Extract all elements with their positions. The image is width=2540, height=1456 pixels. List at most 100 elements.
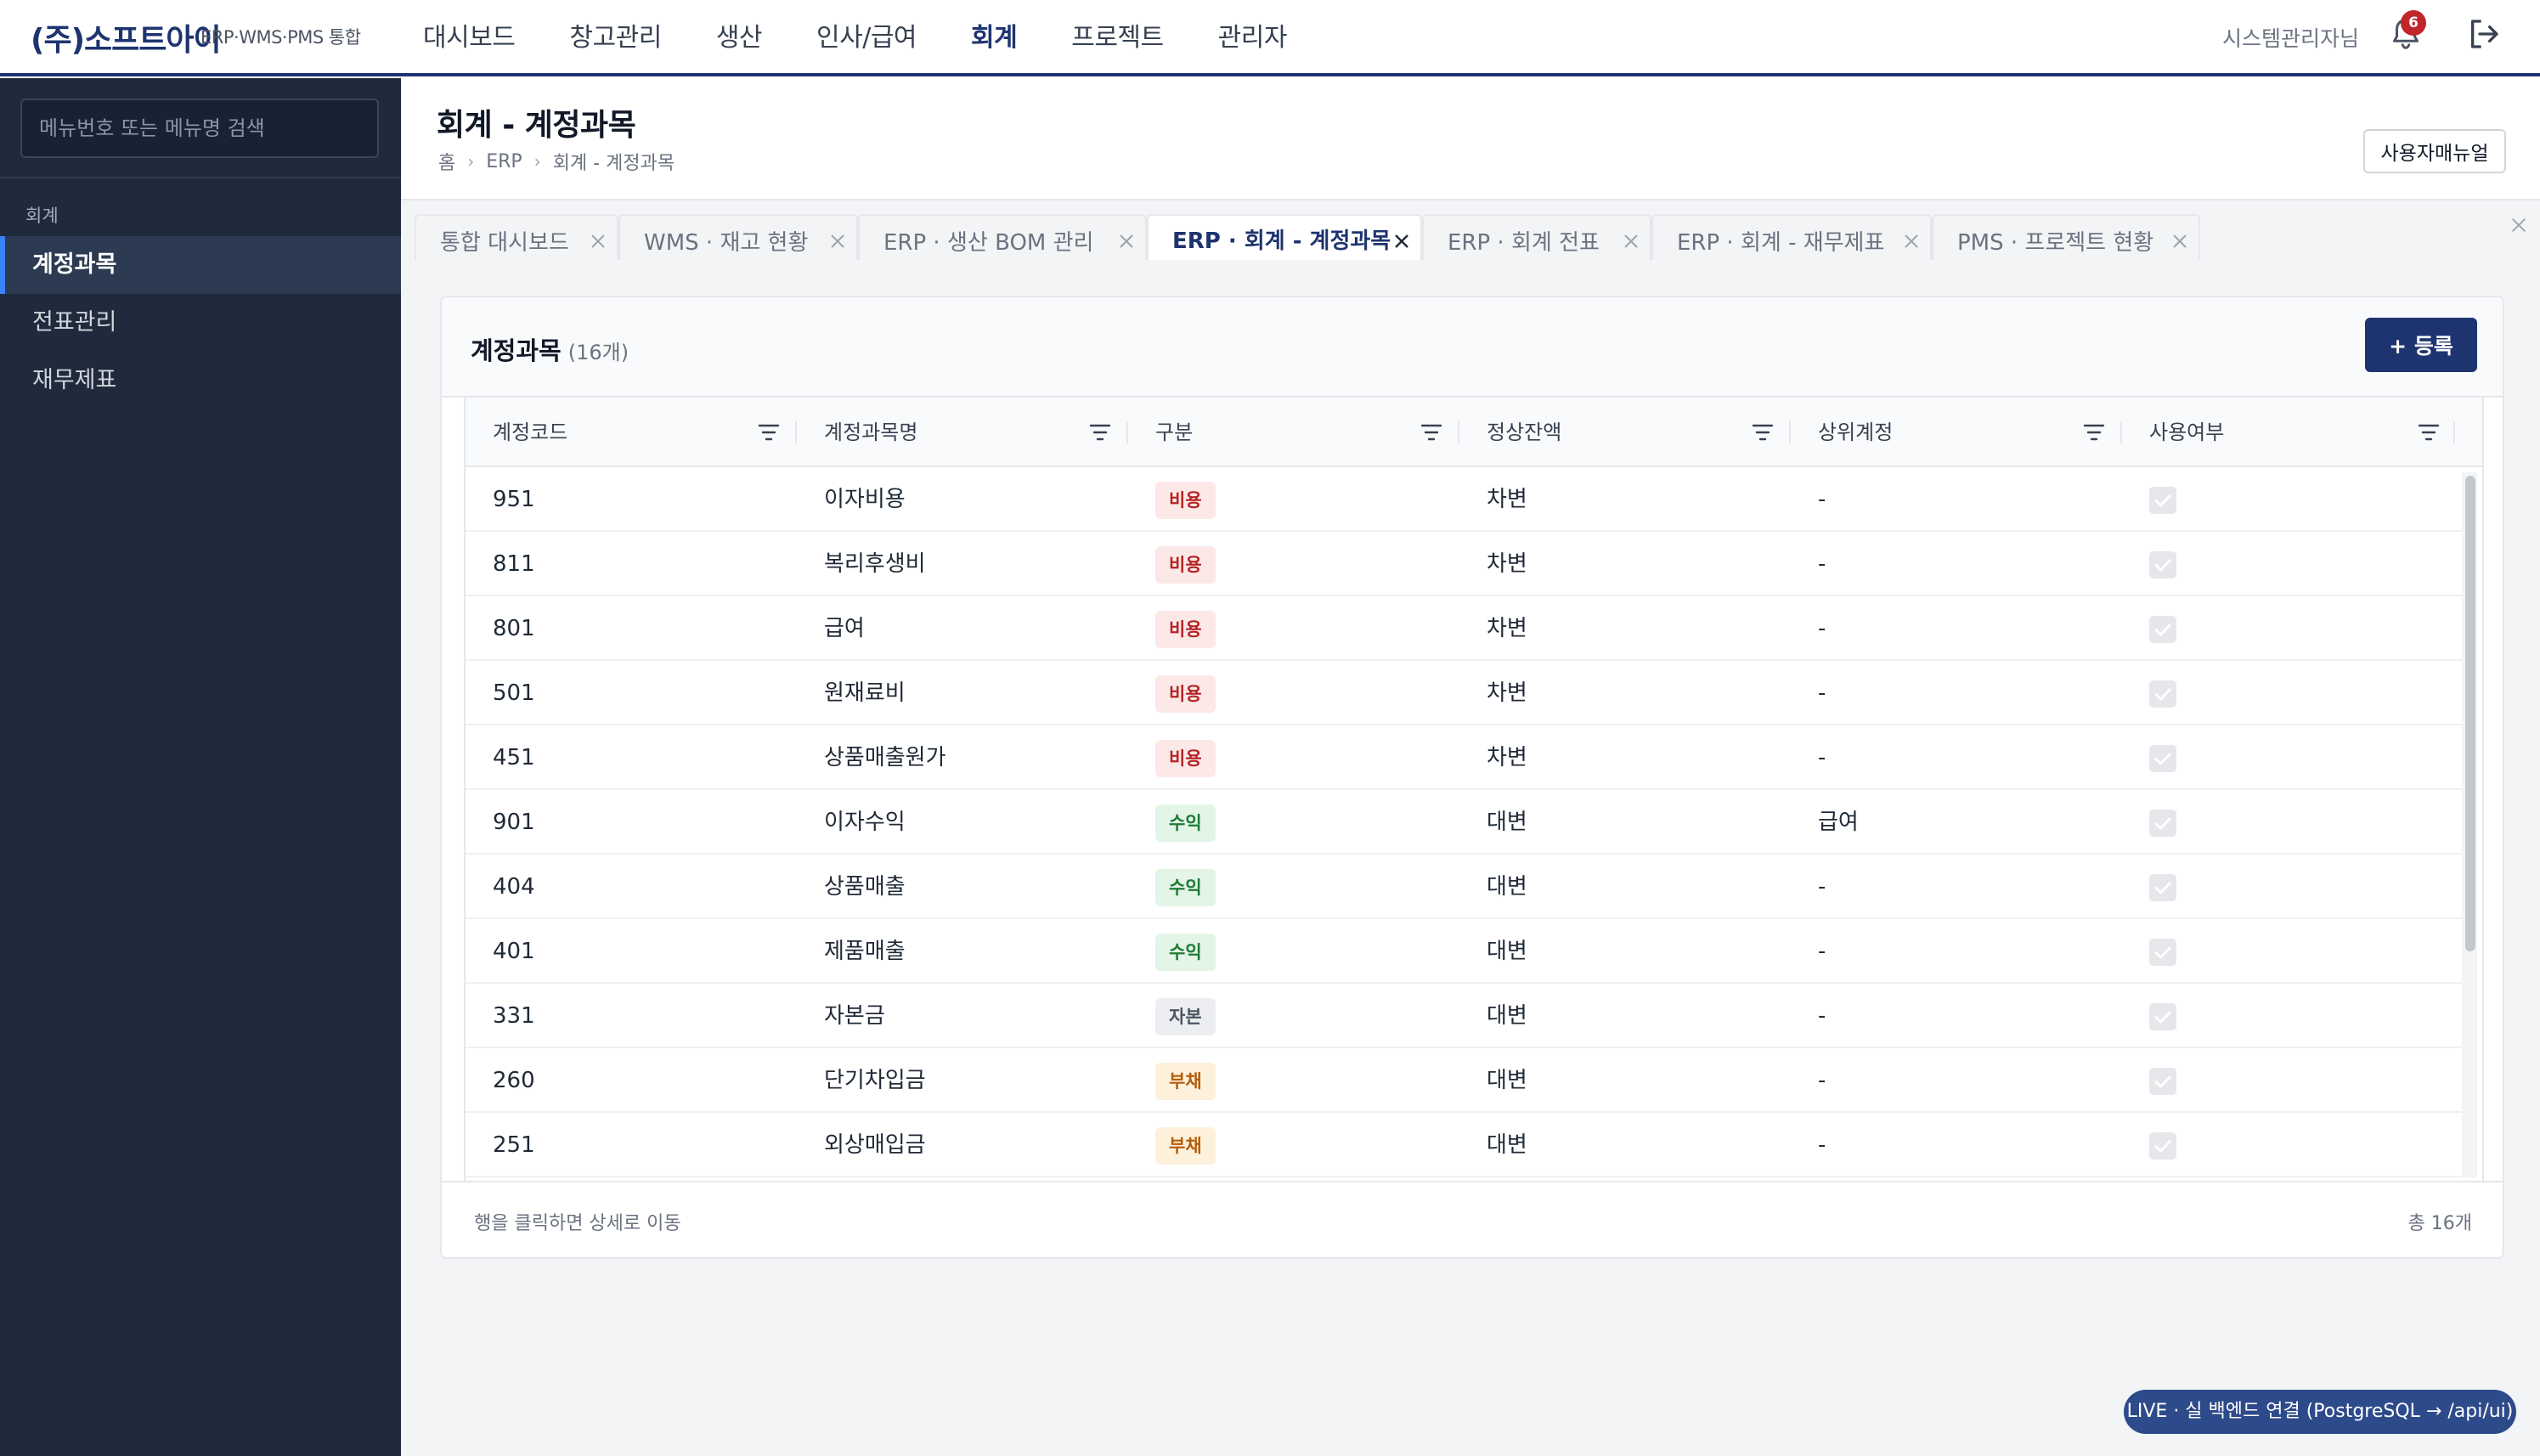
nav-item-accounting[interactable]: 회계 [971,16,1018,54]
sidebar-item-financial-statements[interactable]: 재무제표 [0,352,401,409]
sidebar-item-accounts[interactable]: 계정과목 [0,236,401,294]
tab-erp-vouchers[interactable]: ERP · 회계 전표 [1422,214,1651,265]
main-area: 회계 - 계정과목 홈 › ERP › 회계 - 계정과목 사용자매뉴얼 통합 … [401,78,2540,1456]
table-row[interactable]: 901 이자수익 수익 대변 급여 [466,790,2464,855]
table-row[interactable]: 801 급여 비용 차변 - [466,596,2464,661]
top-bar: (주)소프트아이 ERP·WMS·PMS 통합 대시보드 창고관리 생산 인사/… [0,0,2540,76]
close-icon[interactable] [2170,231,2190,251]
nav-item-dashboard[interactable]: 대시보드 [423,16,516,54]
cell-account-name: 복리후생비 [824,551,926,577]
type-badge: 수익 [1155,933,1216,971]
cell-account-type: 비용 [1128,725,1216,790]
table-row[interactable]: 451 상품매출원가 비용 차변 - [466,725,2464,790]
sidebar-item-vouchers[interactable]: 전표관리 [0,294,401,352]
filter-icon[interactable] [758,423,780,442]
tab-label: ERP · 회계 전표 [1448,229,1600,256]
cell-parent-account: - [1818,1068,1826,1093]
menu-search-input[interactable] [20,99,379,158]
tab-erp-accounts[interactable]: ERP · 회계 - 계정과목 [1147,214,1422,265]
cell-account-type: 비용 [1128,596,1216,661]
close-icon[interactable] [1901,231,1922,251]
user-name[interactable]: 시스템관리자님 [2222,22,2359,53]
tab-erp-financial-statements[interactable]: ERP · 회계 - 재무제표 [1651,214,1932,265]
breadcrumb-erp[interactable]: ERP [486,151,522,172]
tab-label: ERP · 회계 - 재무제표 [1677,229,1885,256]
breadcrumb-home[interactable]: 홈 [438,148,455,175]
table-row[interactable]: 951 이자비용 비용 차변 - [466,467,2464,532]
tab-wms-inventory[interactable]: WMS · 재고 현황 [618,214,858,265]
main-nav: 대시보드 창고관리 생산 인사/급여 회계 프로젝트 관리자 [423,15,1341,54]
breadcrumb-chevron-icon: › [533,151,541,172]
card-title: 계정과목 (16개) [471,331,629,367]
cell-account-name: 단기차입금 [824,1068,926,1093]
column-header-balance[interactable]: 정상잔액 [1459,398,1561,467]
table-row[interactable]: 404 상품매출 수익 대변 - [466,855,2464,919]
table-row[interactable]: 260 단기차입금 부채 대변 - [466,1048,2464,1113]
tab-erp-production-bom[interactable]: ERP · 생산 BOM 관리 [858,214,1147,265]
close-icon[interactable] [1116,231,1137,251]
cell-account-name: 상품매출원가 [824,745,946,770]
cell-account-code: 451 [493,745,535,770]
column-header-parent[interactable]: 상위계정 [1791,398,1893,467]
filter-icon[interactable] [2418,423,2440,442]
add-account-button[interactable]: + 등록 [2365,318,2477,372]
column-header-type[interactable]: 구분 [1128,398,1193,467]
table-row[interactable]: 501 원재료비 비용 차변 - [466,661,2464,725]
cell-parent-account: - [1818,487,1826,512]
checkmark-icon [2154,753,2171,765]
breadcrumb: 홈 › ERP › 회계 - 계정과목 [438,148,675,175]
nav-item-production[interactable]: 생산 [716,16,763,54]
column-header-name[interactable]: 계정과목명 [797,398,917,467]
filter-icon[interactable] [1420,423,1442,442]
user-manual-button[interactable]: 사용자매뉴얼 [2363,129,2506,173]
in-use-checkbox [2149,680,2176,708]
filter-icon[interactable] [2083,423,2105,442]
close-icon[interactable] [588,231,608,251]
table-row[interactable]: 251 외상매입금 부채 대변 - [466,1113,2464,1177]
type-badge: 자본 [1155,997,1216,1036]
in-use-checkbox [2149,939,2176,966]
column-divider[interactable] [2453,421,2455,443]
breadcrumb-chevron-icon: › [467,151,475,172]
tab-bar: 통합 대시보드 WMS · 재고 현황 ERP · 생산 BOM 관리 ERP … [401,199,2540,265]
close-all-tabs-icon[interactable] [2509,216,2528,234]
scrollbar-thumb[interactable] [2465,476,2475,951]
nav-item-warehouse[interactable]: 창고관리 [569,16,662,54]
column-header-code[interactable]: 계정코드 [466,398,567,467]
cell-account-code: 501 [493,680,535,706]
grid-scrollbar[interactable] [2462,472,2477,1177]
close-icon[interactable] [1621,231,1641,251]
nav-item-project[interactable]: 프로젝트 [1071,16,1164,54]
tab-integrated-dashboard[interactable]: 통합 대시보드 [415,214,618,265]
filter-icon[interactable] [1752,423,1774,442]
tab-label: WMS · 재고 현황 [644,229,809,256]
cell-account-type: 수익 [1128,790,1216,855]
column-header-in-use[interactable]: 사용여부 [2122,398,2224,467]
cell-account-type: 비용 [1128,467,1216,532]
logout-icon[interactable] [2467,17,2501,51]
type-badge: 부채 [1155,1062,1216,1100]
tab-pms-projects[interactable]: PMS · 프로젝트 현황 [1932,214,2200,265]
tab-label: PMS · 프로젝트 현황 [1957,229,2154,256]
sidebar: 회계 계정과목 전표관리 재무제표 [0,78,401,1456]
table-row[interactable]: 331 자본금 자본 대변 - [466,984,2464,1048]
table-row[interactable]: 401 제품매출 수익 대변 - [466,919,2464,984]
nav-item-hr-payroll[interactable]: 인사/급여 [816,16,917,54]
cell-account-type: 비용 [1128,532,1216,596]
in-use-checkbox [2149,874,2176,901]
close-icon[interactable] [827,231,848,251]
type-badge: 비용 [1155,481,1216,519]
cell-normal-balance: 차변 [1487,680,1527,706]
brand-logo[interactable]: (주)소프트아이 [31,15,222,59]
table-row[interactable]: 811 복리후생비 비용 차변 - [466,532,2464,596]
filter-icon[interactable] [1089,423,1111,442]
record-count: (16개) [567,341,629,364]
live-status-pill: LIVE · 실 백엔드 연결 (PostgreSQL → /api/ui) [2124,1390,2516,1434]
checkmark-icon [2154,882,2171,894]
cell-normal-balance: 차변 [1487,551,1527,577]
checkmark-icon [2154,559,2171,572]
cell-account-name: 외상매입금 [824,1132,926,1158]
nav-item-admin[interactable]: 관리자 [1218,16,1288,54]
close-icon[interactable] [1391,231,1412,251]
cell-normal-balance: 대변 [1487,1068,1527,1093]
